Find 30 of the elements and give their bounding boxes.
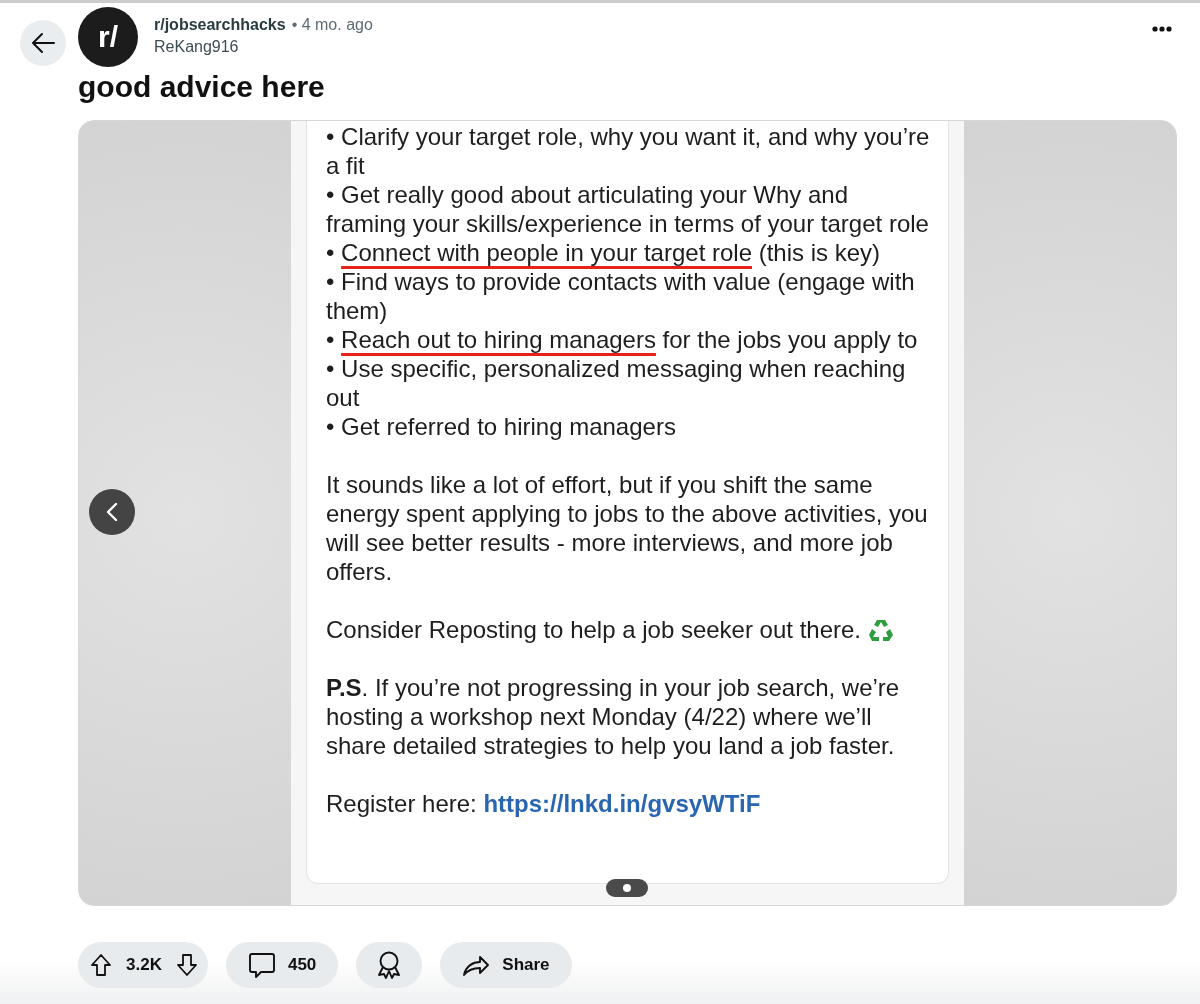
- chevron-left-icon: [106, 502, 118, 522]
- bullet-point: • Use specific, personalized messaging when reaching out: [326, 354, 907, 412]
- bullet-point: • Reach out to hiring managers for the jobs you apply to: [326, 325, 919, 354]
- more-options-icon[interactable]: [1152, 26, 1172, 32]
- bullet-point: • Get referred to hiring managers: [326, 412, 677, 441]
- upvote-icon[interactable]: [90, 953, 112, 977]
- subreddit-link[interactable]: r/jobsearchhacks: [154, 16, 286, 33]
- award-icon: [376, 950, 403, 980]
- bullet-point: • Find ways to provide contacts with value (engage with them): [326, 267, 916, 325]
- back-button[interactable]: [20, 20, 66, 66]
- vote-count: 3.2K: [126, 955, 162, 975]
- bullet-point: • Clarify your target role, why you want it, and why you’re a fit: [326, 122, 931, 180]
- post-title: good advice here: [78, 70, 326, 104]
- downvote-icon[interactable]: [175, 953, 198, 977]
- bullet-point: • Get really good about articulating your Why and framing your skills/experience in terms of your target role: [326, 180, 930, 238]
- recycle-icon: [867, 618, 894, 642]
- paragraph: It sounds like a lot of effort, but if you shift the same energy spent applying to jobs to the above activities, you will see better results - more interviews, and more job offers.: [326, 470, 929, 586]
- register-link[interactable]: https://lnkd.in/gvsyWTiF: [483, 790, 761, 817]
- post-age: • 4 mo. ago: [291, 16, 373, 33]
- paragraph: Consider Reposting to help a job seeker out there.: [326, 615, 932, 644]
- bullet-point: • Connect with people in your target role (this is key): [326, 238, 881, 267]
- back-arrow-icon: [30, 32, 56, 54]
- award-button[interactable]: [356, 942, 423, 988]
- subreddit-avatar[interactable]: r/: [78, 7, 138, 67]
- share-button[interactable]: Share: [440, 942, 572, 988]
- comments-button[interactable]: 450: [225, 942, 339, 988]
- comment-icon: [247, 951, 276, 979]
- author-name[interactable]: ReKang916: [154, 38, 373, 56]
- paragraph: P.S. If you’re not progressing in your job search, we’re hosting a workshop next Monday (4/22) where we’ll share detailed strategies to help you land a job faster.: [326, 673, 901, 760]
- register-text: Register here: https://lnkd.in/gvsyWTiF: [326, 789, 762, 818]
